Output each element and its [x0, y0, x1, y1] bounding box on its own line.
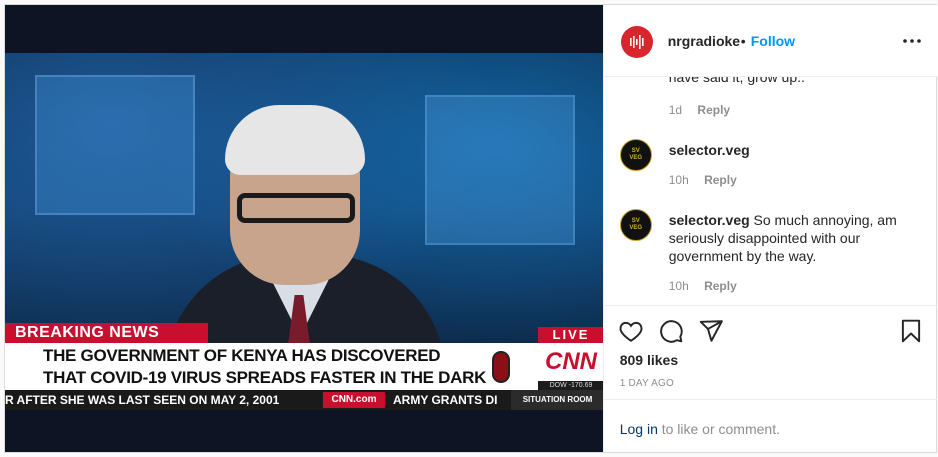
comment-body: selector.veg	[669, 141, 921, 159]
comment-body: selector.veg So much annoying, am seriou…	[669, 211, 921, 265]
login-prompt-text: to like or comment.	[661, 421, 780, 437]
login-prompt: Log in to like or comment.	[603, 399, 938, 454]
action-bar: 809 likes 1 DAY AGO	[603, 305, 938, 399]
avatar[interactable]	[620, 26, 653, 58]
likes-count[interactable]: 809 likes	[620, 352, 678, 368]
news-headline-box: THE GOVERNMENT OF KENYA HAS DISCOVERED T…	[5, 343, 538, 390]
anchor-hair	[225, 105, 365, 175]
comment-meta: 10h Reply	[669, 279, 737, 293]
instagram-post: BREAKING NEWS THE GOVERNMENT OF KENYA HA…	[4, 4, 938, 454]
live-badge: LIVE	[538, 327, 603, 343]
comment-time: 10h	[668, 279, 689, 293]
radio-logo-icon	[629, 35, 644, 49]
comment-text-truncated: have said it, grow up..	[668, 77, 805, 85]
image-bottom-letterbox	[5, 410, 603, 452]
post-image[interactable]: BREAKING NEWS THE GOVERNMENT OF KENYA HA…	[5, 5, 603, 452]
reply-button[interactable]: Reply	[704, 173, 737, 187]
comment-username[interactable]: selector.veg	[669, 142, 750, 158]
crawl-text-right: ARMY GRANTS DI	[393, 393, 498, 407]
dow-ticker: DOW -170.69	[538, 381, 603, 390]
avatar-glyph: SV VEG	[629, 148, 643, 161]
heart-icon[interactable]	[618, 318, 644, 344]
more-horizontal-icon[interactable]	[900, 29, 924, 53]
news-crawl: R AFTER SHE WAS LAST SEEN ON MAY 2, 2001…	[5, 390, 603, 410]
comment-time: 10h	[668, 173, 689, 187]
avatar-glyph: SV VEG	[629, 218, 643, 231]
comment-username[interactable]: selector.veg	[669, 212, 750, 228]
headline-line-2: THAT COVID-19 VIRUS SPREADS FASTER IN TH…	[43, 368, 487, 387]
share-icon[interactable]	[698, 318, 724, 344]
crawl-text-left: R AFTER SHE WAS LAST SEEN ON MAY 2, 2001	[5, 393, 280, 407]
reply-button[interactable]: Reply	[697, 103, 730, 117]
username-link[interactable]: nrgradioke	[668, 33, 740, 49]
comment-meta: 1d Reply	[669, 103, 730, 117]
situation-room-label: SITUATION ROOM	[511, 390, 603, 410]
studio-screen-left	[35, 75, 195, 215]
post-timestamp[interactable]: 1 DAY AGO	[620, 378, 674, 389]
comment-icon[interactable]	[658, 318, 684, 344]
breaking-news-banner: BREAKING NEWS	[5, 323, 208, 343]
follow-button[interactable]: Follow	[751, 33, 795, 49]
kenya-shield-icon	[492, 351, 510, 383]
studio-screen-right	[425, 95, 575, 245]
login-link[interactable]: Log in	[620, 421, 658, 437]
image-top-letterbox	[5, 5, 603, 53]
comment-meta: 10h Reply	[669, 173, 737, 187]
comment-time: 1d	[668, 103, 683, 117]
anchor-glasses	[237, 193, 355, 223]
post-header: nrgradioke • Follow	[603, 5, 938, 77]
bookmark-icon[interactable]	[898, 318, 924, 344]
headline-line-1: THE GOVERNMENT OF KENYA HAS DISCOVERED	[43, 346, 441, 365]
reply-button[interactable]: Reply	[704, 279, 737, 293]
comments-list[interactable]: have said it, grow up.. 1d Reply SV VEG s…	[604, 77, 938, 305]
cnn-logo: CNN	[538, 343, 603, 381]
cnn-com-badge: CNN.com	[323, 392, 385, 408]
post-sidebar: nrgradioke • Follow have said it, grow u…	[602, 5, 938, 454]
separator-dot: •	[740, 33, 746, 49]
avatar[interactable]: SV VEG	[619, 209, 652, 241]
avatar[interactable]: SV VEG	[619, 139, 652, 171]
